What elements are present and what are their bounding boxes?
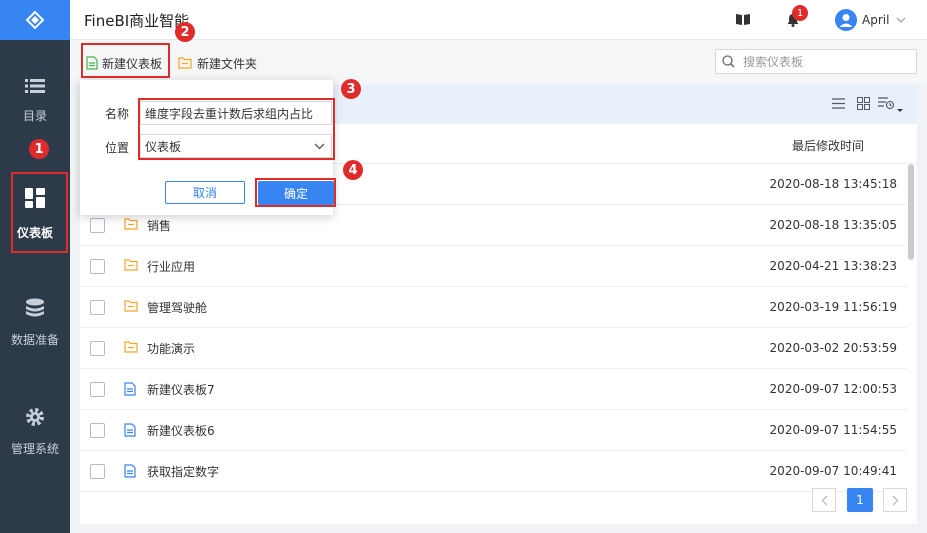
chevron-right-icon [892,495,898,505]
cancel-button[interactable]: 取消 [165,181,245,204]
folder-icon [124,300,138,312]
sidebar-item-label: 管理系统 [10,442,59,456]
toolbar: 新建仪表板 新建文件夹 搜索仪表板 [70,40,927,84]
row-name: 获取指定数字 [147,464,220,479]
logo-icon [25,10,45,30]
table-row[interactable]: 功能演示 2020-03-02 20:53:59 [80,328,907,369]
search-placeholder: 搜索仪表板 [743,55,804,69]
app-title: FineBI商业智能 [84,12,190,30]
step-badge: 4 [343,160,363,180]
list-view-icon[interactable] [832,98,845,109]
new-dashboard-icon [86,56,98,70]
row-modified-time: 2020-09-07 10:49:41 [769,464,897,478]
new-dashboard-dialog: 名称 维度字段去重计数后求组内占比 位置 仪表板 取消 确定 [80,80,334,215]
table-row[interactable]: 获取指定数字 2020-09-07 10:49:41 [80,451,907,492]
search-icon [722,55,735,68]
location-select[interactable]: 仪表板 [140,134,332,158]
notification-badge: 1 [792,5,808,21]
current-page[interactable]: 1 [847,488,873,512]
sidebar-item-admin[interactable]: 管理系统 [0,407,70,457]
name-input[interactable]: 维度字段去重计数后求组内占比 [140,101,332,125]
chevron-down-icon [314,143,325,150]
dashboard-file-icon [124,423,136,437]
help-book-icon[interactable] [736,13,750,26]
database-icon [26,298,44,317]
name-label: 名称 [105,107,130,121]
sidebar-item-catalog[interactable]: 目录 [0,78,70,124]
grid-view-icon[interactable] [857,97,870,110]
row-checkbox[interactable] [90,463,105,479]
next-page-button[interactable] [883,488,907,512]
location-label: 位置 [105,141,130,155]
dashboard-file-icon [124,382,136,396]
sidebar-item-label: 目录 [22,109,47,123]
row-name: 销售 [147,218,172,233]
confirm-button[interactable]: 确定 [258,181,334,205]
folder-icon [124,259,138,271]
row-name: 新建仪表板7 [147,382,215,397]
dashboard-file-icon [124,464,136,478]
step-badge: 3 [341,79,361,99]
row-modified-time: 2020-08-18 13:45:18 [769,177,897,191]
step-badge: 1 [29,139,49,159]
row-checkbox[interactable] [90,340,105,356]
row-modified-time: 2020-03-19 11:56:19 [769,300,897,314]
search-input[interactable]: 搜索仪表板 [715,49,917,74]
gear-icon [26,408,44,426]
row-modified-time: 2020-04-21 13:38:23 [769,259,897,273]
row-modified-time: 2020-09-07 12:00:53 [769,382,897,396]
table-row[interactable]: 管理驾驶舱 2020-03-19 11:56:19 [80,287,907,328]
row-modified-time: 2020-08-18 13:35:05 [769,218,897,232]
prev-page-button[interactable] [812,488,836,512]
sidebar: 目录 仪表板 数据准备 管理系统 [0,0,70,533]
user-name: April [862,13,890,27]
app-logo[interactable] [0,0,70,40]
table-row[interactable]: 行业应用 2020-04-21 13:38:23 [80,246,907,287]
row-modified-time: 2020-09-07 11:54:55 [769,423,897,437]
row-name: 管理驾驶舱 [147,300,208,315]
sidebar-item-label: 数据准备 [10,333,59,347]
row-name: 功能演示 [147,341,196,356]
row-name: 新建仪表板6 [147,423,215,438]
row-checkbox[interactable] [90,258,105,274]
top-bar: FineBI商业智能 1 April [70,0,927,40]
row-checkbox[interactable] [90,299,105,315]
new-dashboard-label: 新建仪表板 [102,56,163,71]
sort-icon[interactable] [878,97,904,113]
avatar [835,9,857,31]
row-checkbox[interactable] [90,381,105,397]
user-menu[interactable]: April [835,9,906,31]
sidebar-item-label: 仪表板 [16,226,53,240]
row-checkbox[interactable] [90,422,105,438]
new-dashboard-button[interactable]: 新建仪表板 [86,52,162,74]
row-checkbox[interactable] [90,217,105,233]
sidebar-item-dashboard[interactable]: 仪表板 [0,188,70,241]
new-folder-button[interactable]: 新建文件夹 [178,52,257,74]
name-input-value: 维度字段去重计数后求组内占比 [145,106,314,121]
new-folder-label: 新建文件夹 [197,56,258,71]
folder-icon [178,57,192,69]
row-modified-time: 2020-03-02 20:53:59 [769,341,897,355]
list-icon [25,79,45,93]
scrollbar[interactable] [908,164,914,260]
step-badge: 2 [175,22,195,42]
table-row[interactable]: 新建仪表板7 2020-09-07 12:00:53 [80,369,907,410]
chevron-down-icon [897,17,906,23]
row-name: 行业应用 [147,259,196,274]
folder-icon [124,341,138,353]
chevron-left-icon [821,495,827,505]
sidebar-item-data-prep[interactable]: 数据准备 [0,298,70,348]
dashboard-icon [25,188,45,208]
folder-icon [124,218,138,230]
location-select-value: 仪表板 [145,139,182,154]
modified-time-header: 最后修改时间 [792,139,865,153]
table-row[interactable]: 新建仪表板6 2020-09-07 11:54:55 [80,410,907,451]
